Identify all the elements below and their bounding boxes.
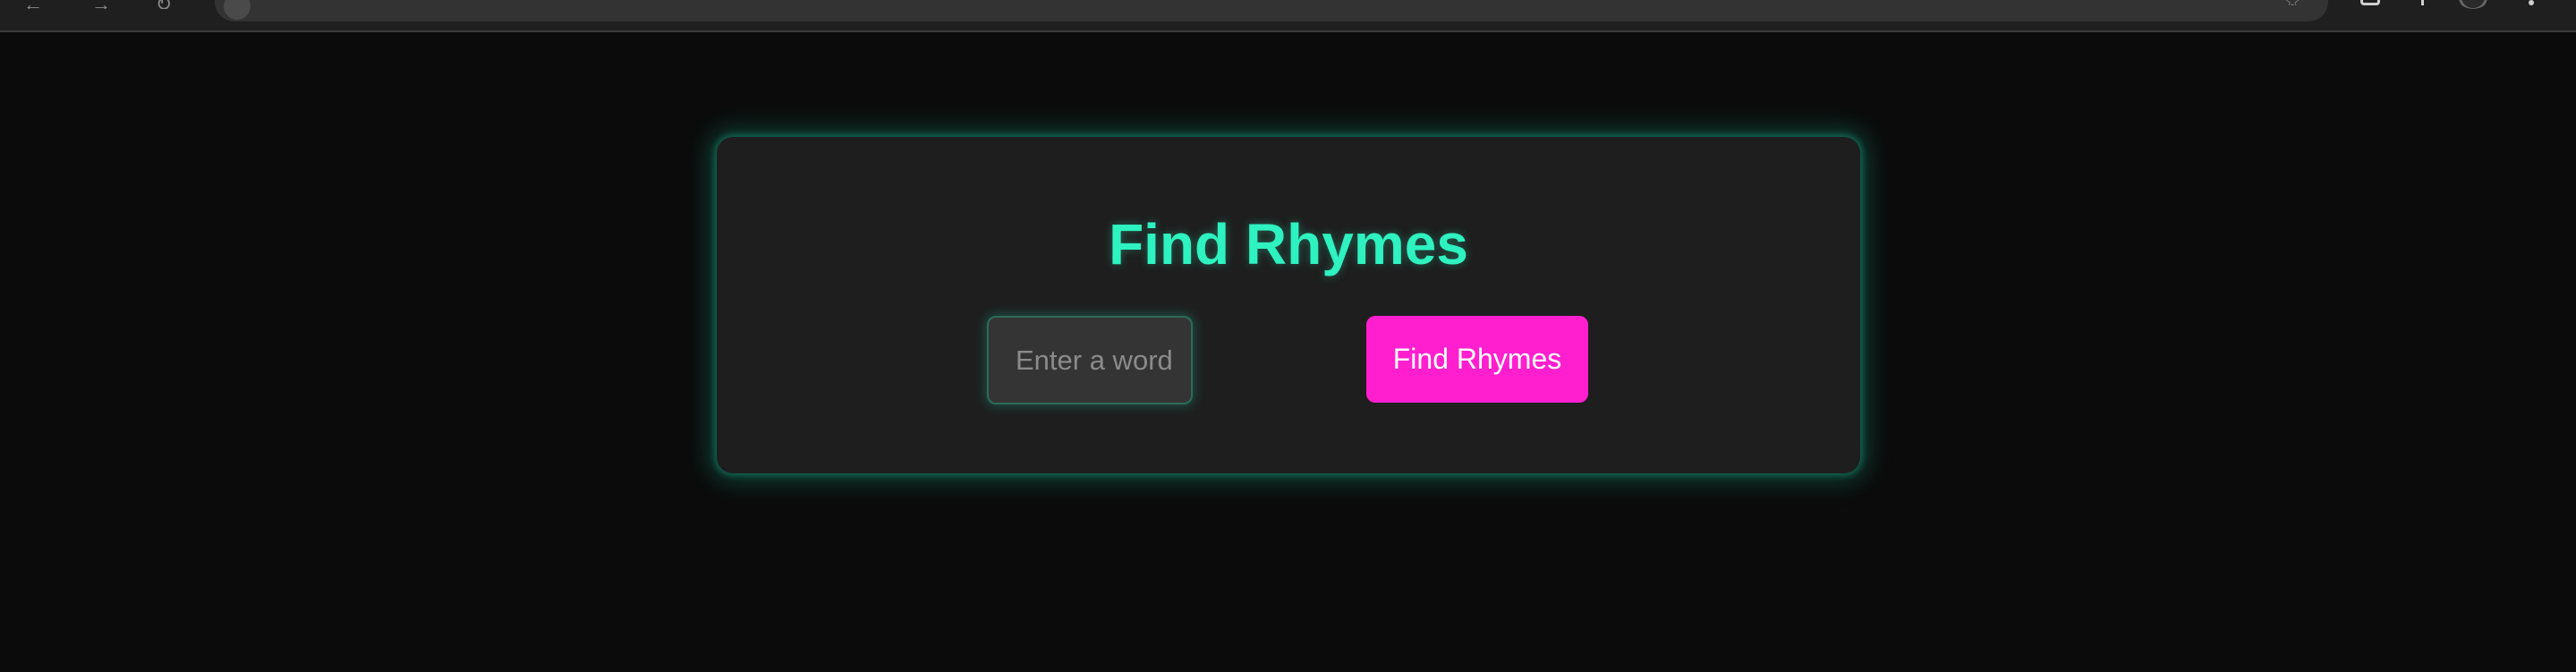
rhyme-card: Find Rhymes Find Rhymes: [717, 137, 1860, 473]
extensions-icon[interactable]: [2360, 0, 2380, 5]
forward-arrow-icon[interactable]: →: [89, 0, 113, 9]
find-rhymes-button[interactable]: Find Rhymes: [1366, 316, 1588, 403]
toolbar-divider: [2421, 0, 2424, 5]
word-input[interactable]: [987, 316, 1193, 404]
browser-toolbar: ← → ↻ ☆: [0, 0, 2576, 32]
reload-icon[interactable]: ↻: [152, 0, 175, 9]
bookmark-star-icon[interactable]: ☆: [2283, 0, 2301, 5]
profile-avatar[interactable]: [2455, 0, 2491, 9]
site-info-icon[interactable]: [224, 0, 251, 20]
menu-icon[interactable]: [2529, 0, 2534, 5]
page-title: Find Rhymes: [1109, 212, 1468, 276]
address-bar[interactable]: ☆: [215, 0, 2328, 21]
back-arrow-icon[interactable]: ←: [21, 0, 45, 9]
